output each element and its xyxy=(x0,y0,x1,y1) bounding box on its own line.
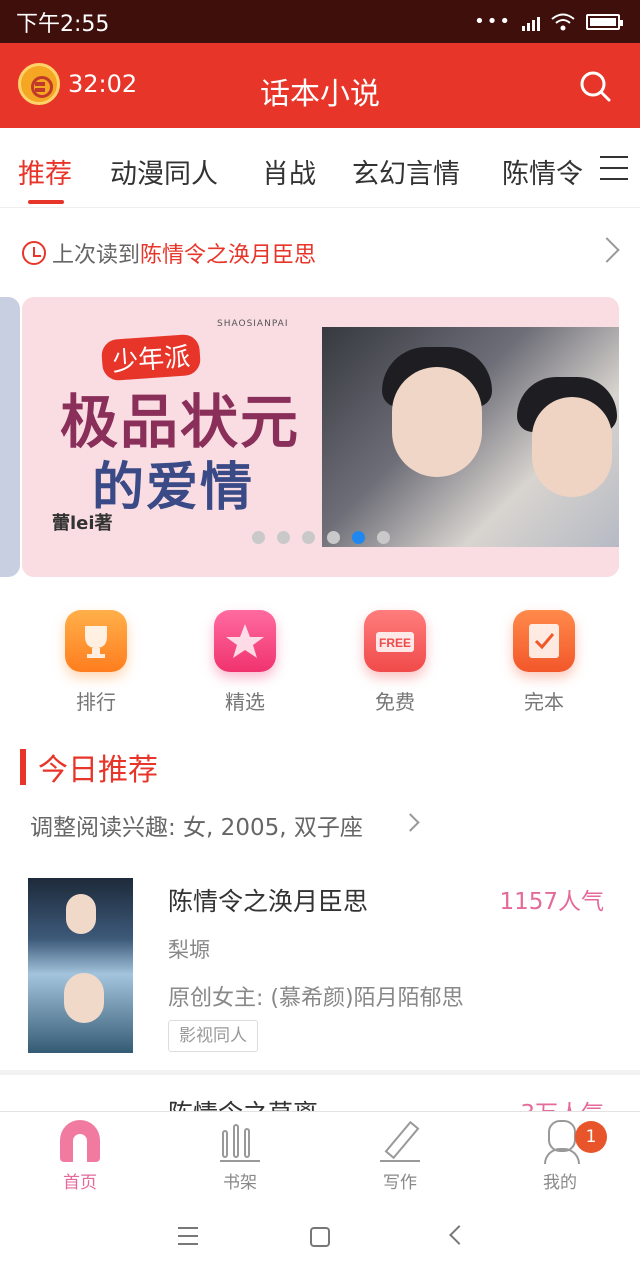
book-genre-tag: 影视同人 xyxy=(168,1020,258,1052)
tab-recommend[interactable]: 推荐 xyxy=(18,152,72,191)
free-icon-text: FREE xyxy=(379,636,411,650)
quick-free[interactable]: FREE 免费 xyxy=(345,610,445,715)
clock-icon xyxy=(22,241,46,265)
wifi-icon xyxy=(551,13,575,30)
quick-label: 完本 xyxy=(524,690,564,714)
banner-subtitle: SHAOSIANPAI xyxy=(217,319,289,329)
free-icon: FREE xyxy=(364,610,426,672)
last-read-book: 陈情令之涣月臣思 xyxy=(140,243,317,268)
book-title: 陈情令之涣月臣思 xyxy=(168,887,369,916)
book-popularity: 1157人气 xyxy=(499,889,604,915)
quick-ranking[interactable]: 排行 xyxy=(46,610,146,715)
quick-label: 排行 xyxy=(76,690,116,714)
pagination-dot[interactable] xyxy=(327,531,340,544)
quick-label: 精选 xyxy=(225,690,265,714)
nav-write[interactable]: 写作 xyxy=(350,1120,450,1193)
quick-completed[interactable]: 完本 xyxy=(494,610,594,715)
bookshelf-icon xyxy=(220,1120,260,1162)
trophy-icon xyxy=(65,610,127,672)
promo-banner[interactable]: SHAOSIANPAI 少年派 极品状元 的爱情 蕾lei著 xyxy=(22,297,619,577)
status-time: 下午2:55 xyxy=(16,11,110,37)
bottom-nav: 首页 书架 写作 我的 xyxy=(0,1111,640,1195)
book-description: 原创女主: (慕希颜)陌月陌郁思 xyxy=(168,986,464,1011)
system-nav-bar xyxy=(0,1195,640,1280)
chevron-right-icon xyxy=(594,237,620,263)
home-icon xyxy=(60,1120,100,1162)
adjust-interest-link[interactable]: 调整阅读兴趣: 女, 2005, 双子座 xyxy=(30,808,363,842)
battery-icon xyxy=(586,13,623,30)
back-icon[interactable] xyxy=(449,1225,469,1245)
search-icon[interactable] xyxy=(578,69,612,103)
category-tabs: 推荐 动漫同人 肖战 玄幻言情 陈情令 xyxy=(0,128,640,208)
menu-icon[interactable] xyxy=(178,1227,198,1245)
tab-active-indicator xyxy=(28,200,64,204)
book-item[interactable]: 陈情令之涣月臣思 1157人气 梨塬 原创女主: (慕希颜)陌月陌郁思 影视同人 xyxy=(0,870,640,1070)
banner-photo xyxy=(322,327,619,547)
pagination-dot[interactable] xyxy=(377,531,390,544)
nav-label: 写作 xyxy=(383,1173,417,1193)
nav-label: 我的 xyxy=(543,1173,577,1193)
nav-bookshelf[interactable]: 书架 xyxy=(190,1120,290,1193)
nav-label: 首页 xyxy=(63,1173,97,1193)
nav-home[interactable]: 首页 xyxy=(30,1120,130,1193)
book-cover xyxy=(28,878,133,1053)
section-header: 今日推荐 xyxy=(20,745,158,789)
chevron-right-icon xyxy=(401,813,420,832)
star-icon xyxy=(214,610,276,672)
tab-xiao-zhan[interactable]: 肖战 xyxy=(262,152,316,191)
pen-icon xyxy=(380,1120,420,1162)
quick-entries: 排行 精选 FREE 免费 完本 xyxy=(0,610,640,720)
section-accent-bar xyxy=(20,749,26,785)
pagination-dot-active[interactable] xyxy=(352,531,365,544)
app-header: 32:02 话本小说 xyxy=(0,43,640,128)
quick-featured[interactable]: 精选 xyxy=(195,610,295,715)
tab-anime-fanfic[interactable]: 动漫同人 xyxy=(110,152,218,191)
app-title: 话本小说 xyxy=(260,77,380,112)
nav-label: 书架 xyxy=(223,1173,257,1193)
quick-label: 免费 xyxy=(375,690,415,714)
more-dots: ••• xyxy=(474,11,512,32)
tab-chen-qing-ling[interactable]: 陈情令 xyxy=(502,152,583,191)
pagination-dot[interactable] xyxy=(277,531,290,544)
banner-title-line2: 的爱情 xyxy=(92,457,255,518)
tab-fantasy-romance[interactable]: 玄幻言情 xyxy=(352,152,460,191)
signal-icon xyxy=(522,13,540,31)
banner-author: 蕾lei著 xyxy=(52,513,113,534)
pagination-dot[interactable] xyxy=(252,531,265,544)
last-read-bar[interactable]: 上次读到 陈情令之涣月臣思 xyxy=(0,208,640,298)
home-square-icon[interactable] xyxy=(310,1227,330,1247)
last-read-prefix: 上次读到 xyxy=(52,243,141,268)
notification-badge: 1 xyxy=(575,1121,607,1153)
status-bar: 下午2:55 ••• xyxy=(0,0,640,43)
pagination-dot[interactable] xyxy=(302,531,315,544)
book-author: 梨塬 xyxy=(168,938,210,962)
profile-icon xyxy=(540,1120,580,1164)
section-title: 今日推荐 xyxy=(38,753,158,788)
list-divider xyxy=(0,1070,640,1075)
banner-prev-peek[interactable] xyxy=(0,297,20,577)
category-menu-icon[interactable] xyxy=(600,156,628,180)
status-icons: ••• xyxy=(474,11,623,32)
check-book-icon xyxy=(513,610,575,672)
banner-pagination xyxy=(252,531,390,544)
